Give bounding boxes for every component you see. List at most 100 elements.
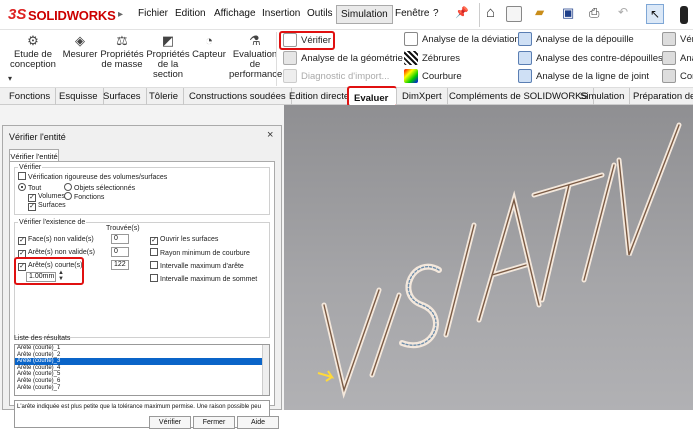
list-item[interactable]: Arête (courte)_4 — [15, 365, 269, 372]
menu-affichage[interactable]: Affichage — [214, 8, 256, 19]
rigorous-check-checkbox[interactable]: Vérification rigoureuse des volumes/surf… — [18, 172, 167, 182]
list-item[interactable]: Arête (courte)_2 — [15, 352, 269, 359]
menu-outils[interactable]: Outils — [307, 8, 333, 19]
menu-edition[interactable]: Edition — [175, 8, 206, 19]
curvature-button[interactable]: Courbure — [404, 69, 462, 85]
tab-evaluer[interactable]: Evaluer — [347, 86, 397, 107]
functions-radio[interactable]: Fonctions — [64, 192, 104, 202]
section-properties-button[interactable]: ◩ Propriétés de la section — [146, 30, 190, 80]
zebra-stripes-button[interactable]: Zébrures — [404, 51, 460, 67]
results-label: Liste des résultats — [14, 335, 71, 342]
traffic-light-icon[interactable] — [680, 6, 688, 24]
verify-group-label: Vérifier — [18, 163, 43, 172]
menu-help[interactable]: ? — [433, 8, 439, 19]
close-icon[interactable]: × — [267, 129, 273, 141]
radio-icon — [18, 183, 26, 191]
command-manager-ribbon: ⚙ Etude de conception ◈ Mesurer ⚖ Propri… — [0, 30, 693, 88]
checkbox-checked-icon: ✓ — [18, 263, 26, 271]
save-icon[interactable]: ▣ — [562, 5, 574, 21]
select-cursor-icon[interactable]: ↖ — [646, 4, 664, 24]
ds-logo-icon: 3S — [8, 6, 27, 23]
performance-evaluation-icon: ⚗ — [249, 33, 261, 48]
dropdown-arrow-icon[interactable]: ▾ — [8, 74, 12, 83]
sensor-button[interactable]: ◔ Capteur — [190, 30, 228, 60]
solidworks-logo: 3S SOLIDWORKS — [4, 5, 116, 25]
zebra-stripes-icon — [404, 51, 418, 66]
list-item[interactable]: Arête (courte)_7 — [15, 385, 269, 392]
max-edge-checkbox[interactable]: Intervalle maximum d'arête — [150, 261, 244, 271]
measure-button[interactable]: ◈ Mesurer — [62, 30, 98, 60]
verify-button[interactable]: Vérifier — [279, 31, 335, 50]
help-button[interactable]: Aide — [237, 416, 279, 429]
tab-fonctions[interactable]: Fonctions — [4, 88, 57, 105]
undo-icon[interactable]: ↶ — [618, 5, 628, 19]
parting-line-analysis-button[interactable]: Analyse de la ligne de joint — [518, 69, 649, 85]
import-diagnostics-button[interactable]: Diagnostic d'import... — [283, 69, 389, 85]
undercut-analysis-button[interactable]: Analyse des contre-dépouilles — [518, 51, 663, 67]
dialog-title: Vérifier l'entité — [9, 132, 66, 142]
spin-buttons-icon[interactable]: ▲ ▼ — [58, 270, 64, 282]
checkbox-icon — [150, 274, 158, 282]
tab-constructions-soudees[interactable]: Constructions soudées — [184, 88, 292, 105]
list-item[interactable]: Arête (courte)_5 — [15, 371, 269, 378]
home-icon[interactable]: ⌂ — [486, 4, 495, 21]
checkbox-checked-icon: ✓ — [28, 203, 36, 211]
invalid-faces-checkbox[interactable]: ✓ Face(s) non valide(s) — [18, 235, 94, 245]
found-header: Trouvée(s) — [106, 225, 140, 232]
graphics-viewport[interactable] — [284, 105, 693, 410]
geometry-analysis-button[interactable]: Analyse de la géométrie — [283, 51, 403, 67]
surfaces-checkbox[interactable]: ✓ Surfaces — [28, 201, 66, 211]
pin-icon[interactable]: 📌 — [455, 6, 469, 19]
tolerance-input[interactable]: 1.00mm — [26, 272, 56, 282]
left-pane: Vérifier l'entité × Vérifier l'entité Vé… — [0, 105, 284, 429]
draft-analysis-button[interactable]: Analyse de la dépouille — [518, 32, 634, 48]
logo-text: SOLIDWORKS — [28, 8, 116, 23]
compare-button[interactable]: Com — [662, 69, 693, 85]
open-folder-icon[interactable]: ▰ — [535, 5, 544, 19]
new-document-icon[interactable] — [506, 6, 522, 22]
design-study-button[interactable]: ⚙ Etude de conception — [6, 30, 60, 70]
list-item[interactable]: Arête (courte)_1 — [15, 345, 269, 352]
menu-expand-arrow[interactable]: ▸ — [118, 3, 124, 27]
list-item-selected[interactable]: Arête (courte)_3 — [15, 358, 269, 365]
ribbon-divider — [276, 32, 277, 86]
deviation-analysis-button[interactable]: Analyse de la déviation — [404, 32, 520, 48]
print-icon[interactable]: ⎙ — [589, 5, 599, 21]
short-edges-checkbox[interactable]: ✓ Arête(s) courte(s) — [18, 261, 82, 271]
tab-esquisse[interactable]: Esquisse — [54, 88, 104, 105]
tab-complements[interactable]: Compléments de SOLIDWORKS — [444, 88, 594, 105]
menu-simulation[interactable]: Simulation — [336, 5, 393, 24]
symmetry-analysis-button[interactable]: Ana — [662, 51, 693, 67]
tab-dimxpert[interactable]: DimXpert — [397, 88, 448, 105]
measure-icon: ◈ — [75, 33, 85, 48]
draft-analysis-icon — [518, 32, 532, 47]
list-item[interactable]: Arête (courte)_6 — [15, 378, 269, 385]
tab-edition-directe[interactable]: Edition directe — [284, 88, 356, 105]
performance-evaluation-button[interactable]: ⚗ Evaluation de performance — [229, 30, 282, 80]
menu-fenetre[interactable]: Fenêtre — [395, 8, 429, 19]
menu-bar: 3S SOLIDWORKS ▸ Fichier Edition Affichag… — [0, 0, 693, 30]
sensor-icon: ◔ — [205, 33, 213, 48]
3d-model-view — [317, 122, 682, 399]
close-dialog-button[interactable]: Fermer — [193, 416, 235, 429]
menu-insertion[interactable]: Insertion — [262, 8, 300, 19]
verify-dialog-button[interactable]: Vérifier — [149, 416, 191, 429]
tab-simulation[interactable]: Simulation — [575, 88, 631, 105]
min-radius-checkbox[interactable]: Rayon minimum de courbure — [150, 248, 250, 258]
deviation-analysis-icon — [404, 32, 418, 47]
tab-preparation[interactable]: Préparation de — [628, 88, 693, 105]
list-scrollbar[interactable] — [262, 345, 269, 395]
verify-thickness-button[interactable]: Véri — [662, 32, 693, 48]
mass-properties-button[interactable]: ⚖ Propriétés de masse — [100, 30, 144, 70]
checkbox-checked-icon: ✓ — [150, 237, 158, 245]
open-surfaces-checkbox[interactable]: ✓ Ouvrir les surfaces — [150, 235, 218, 245]
tab-tolerie[interactable]: Tôlerie — [144, 88, 185, 105]
menu-fichier[interactable]: Fichier — [138, 8, 168, 19]
extruded-text-model — [321, 122, 682, 399]
thickness-icon — [662, 32, 676, 47]
import-diagnostics-icon — [283, 69, 297, 84]
max-vertex-checkbox[interactable]: Intervalle maximum de sommet — [150, 274, 257, 284]
results-list[interactable]: Arête (courte)_1 Arête (courte)_2 Arête … — [14, 344, 270, 396]
symmetry-icon — [662, 51, 676, 66]
tab-surfaces[interactable]: Surfaces — [98, 88, 147, 105]
